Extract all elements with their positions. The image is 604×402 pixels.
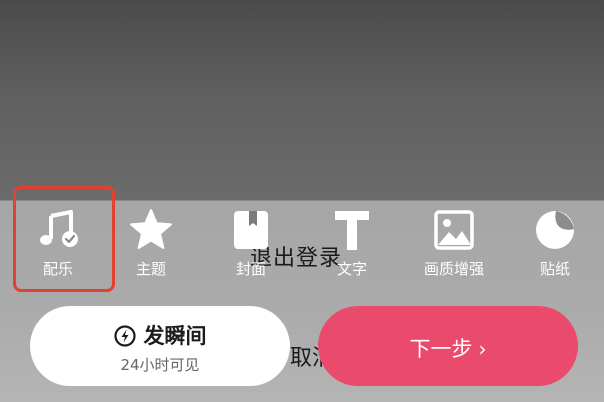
toolbar-item-text[interactable]: 文字 [307, 205, 397, 285]
toolbar-label-enhance: 画质增强 [423, 260, 484, 278]
moment-button[interactable]: 发瞬间 24小时可见 [30, 306, 290, 386]
toolbar-item-cover[interactable]: 封面 [206, 205, 296, 285]
moment-button-label: 发瞬间 [143, 324, 207, 348]
book-icon [234, 211, 268, 249]
toolbar-label-theme: 主题 [135, 260, 166, 278]
moment-button-row: 发瞬间 [30, 320, 290, 350]
image-icon [434, 210, 474, 250]
toolbar-label-sticker: 贴纸 [539, 260, 570, 278]
toolbar-item-sticker[interactable]: 贴纸 [510, 205, 600, 285]
bolt-circle-icon [113, 325, 136, 347]
toolbar-item-enhance[interactable]: 画质增强 [409, 205, 499, 285]
toolbar-item-theme[interactable]: 主题 [106, 205, 196, 285]
chevron-right-icon: › [478, 337, 487, 361]
next-button-content: 下一步 › [318, 333, 578, 363]
next-button-label: 下一步 [409, 337, 473, 361]
star-icon [130, 209, 172, 249]
editor-screen: 退出登录 取消 配乐 主题 封面 文字 画质增强 贴纸 发瞬间 24小时可见 下… [0, 0, 604, 402]
sticker-icon [536, 211, 574, 249]
next-button[interactable]: 下一步 › [318, 306, 578, 386]
toolbar-label-cover: 封面 [235, 260, 266, 278]
text-t-icon [335, 211, 369, 250]
toolbar-label-text: 文字 [336, 260, 367, 278]
moment-button-sublabel: 24小时可见 [120, 356, 200, 374]
highlight-box [13, 186, 115, 292]
